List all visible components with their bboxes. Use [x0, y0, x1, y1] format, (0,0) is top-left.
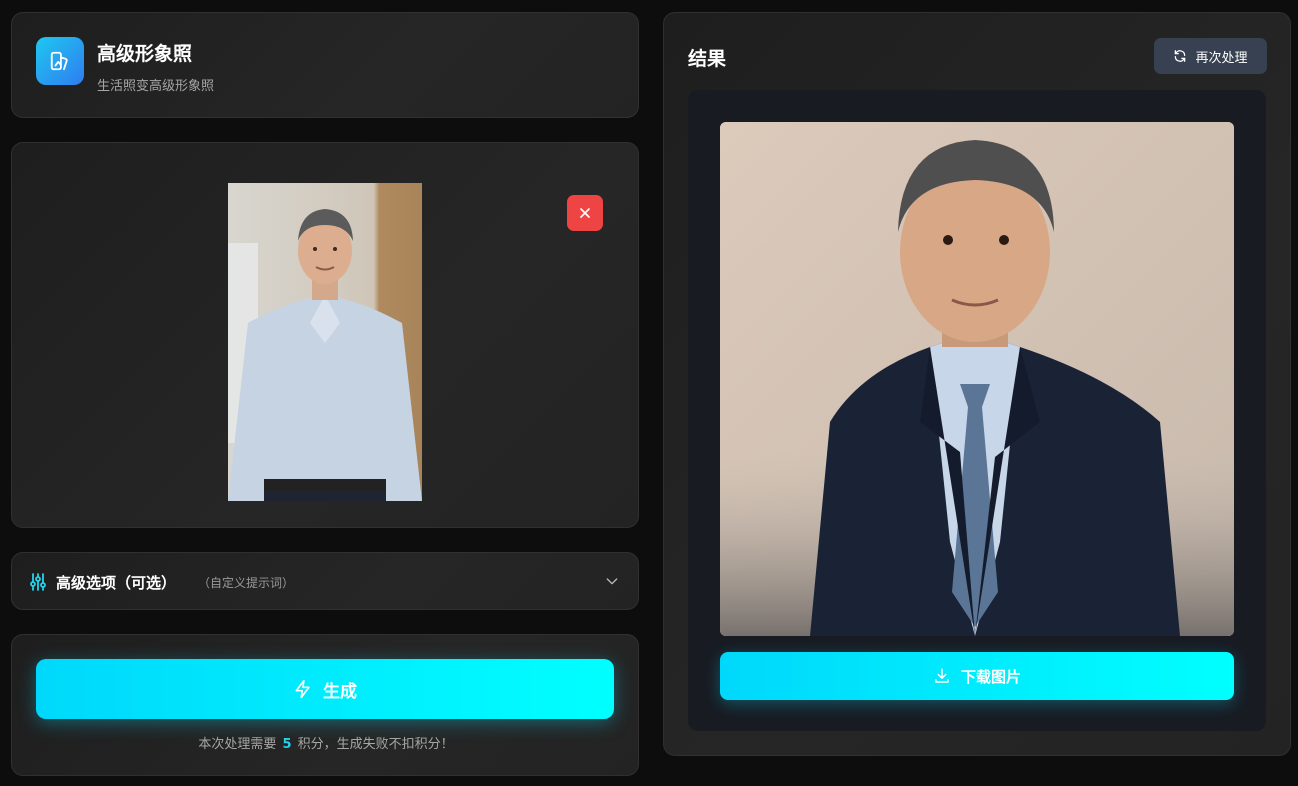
- download-label: 下载图片: [960, 667, 1021, 686]
- header-card: 高级形象照 生活照变高级形象照: [11, 12, 639, 118]
- image-edit-icon: [36, 37, 84, 85]
- uploaded-photo: [228, 183, 422, 501]
- chevron-down-icon: [606, 578, 618, 585]
- generate-button[interactable]: 生成: [36, 659, 614, 719]
- result-container: 下载图片: [688, 90, 1266, 731]
- download-icon: [935, 668, 949, 683]
- advanced-options-label: 高级选项（可选）: [56, 574, 177, 592]
- app-subtitle: 生活照变高级形象照: [97, 79, 215, 94]
- generate-card: 生成 本次处理需要 5 积分，生成失败不扣积分！: [11, 634, 639, 776]
- reprocess-button[interactable]: 再次处理: [1154, 38, 1267, 74]
- upload-card: [11, 142, 639, 528]
- result-photo: [720, 122, 1234, 636]
- result-panel: 结果 再次处理 下载图片: [663, 12, 1291, 756]
- advanced-options-hint: （自定义提示词）: [198, 576, 295, 590]
- generate-label: 生成: [323, 681, 357, 702]
- cost-value: 5: [282, 737, 292, 752]
- result-title: 结果: [688, 48, 727, 70]
- cost-note: 本次处理需要 5 积分，生成失败不扣积分！: [12, 733, 640, 752]
- download-button[interactable]: 下载图片: [720, 652, 1234, 700]
- cost-prefix: 本次处理需要: [198, 737, 277, 752]
- advanced-options-toggle[interactable]: 高级选项（可选） （自定义提示词）: [11, 552, 639, 610]
- refresh-icon: [1175, 50, 1186, 62]
- lightning-icon: [295, 679, 310, 699]
- sliders-icon: [30, 573, 46, 591]
- close-icon: [580, 208, 590, 218]
- reprocess-label: 再次处理: [1195, 50, 1248, 66]
- app-title: 高级形象照: [97, 43, 193, 65]
- remove-photo-button[interactable]: [567, 195, 603, 231]
- cost-suffix: 积分，生成失败不扣积分！: [297, 737, 454, 752]
